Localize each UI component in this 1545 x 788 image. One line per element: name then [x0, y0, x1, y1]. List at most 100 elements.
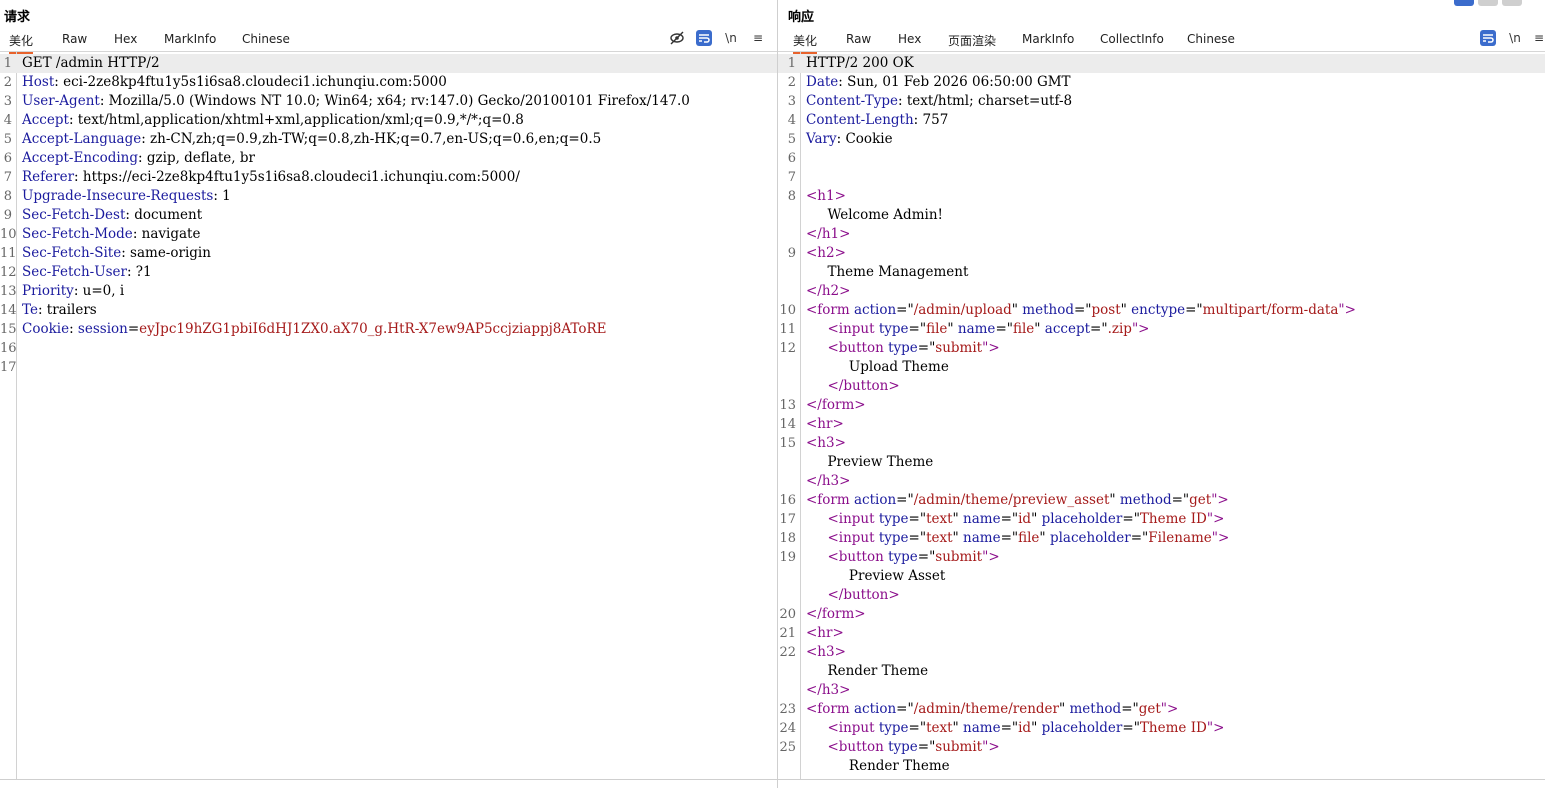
tab-raw[interactable]: Raw	[846, 32, 871, 49]
code-line[interactable]: 9 Sec-Fetch-Dest: document	[0, 206, 777, 225]
code-line[interactable]: 15 <h3>	[778, 434, 1545, 453]
code-line[interactable]: 14 Te: trailers	[0, 301, 777, 320]
hide-eye-icon[interactable]	[668, 30, 686, 46]
code-line[interactable]: 25 <button type="submit">	[778, 738, 1545, 757]
code-line[interactable]: 12 Sec-Fetch-User: ?1	[0, 263, 777, 282]
code-line[interactable]: 12 <button type="submit">	[778, 339, 1545, 358]
tab-collectinfo[interactable]: CollectInfo	[1100, 32, 1164, 49]
code-line[interactable]: Preview Asset	[778, 567, 1545, 586]
code-line[interactable]: </button>	[778, 377, 1545, 396]
code-line[interactable]: 7	[778, 168, 1545, 187]
layout-horizontal-icon[interactable]	[1478, 0, 1498, 6]
line-number: 7	[787, 170, 796, 185]
request-editor[interactable]: 1 GET /admin HTTP/2 2 Host: eci-2ze8kp4ftu1…	[0, 52, 777, 780]
code-line[interactable]: </h1>	[778, 225, 1545, 244]
code-token: </button>	[806, 587, 900, 603]
code-line[interactable]: 6	[778, 149, 1545, 168]
tab-chinese[interactable]: Chinese	[1187, 32, 1235, 49]
code-line[interactable]: Render Theme	[778, 757, 1545, 776]
code-line[interactable]: 17	[0, 358, 777, 377]
code-line[interactable]: 17 <input type="text" name="id" placehol…	[778, 510, 1545, 529]
layout-vertical-icon[interactable]	[1502, 0, 1522, 6]
menu-icon[interactable]: ≡	[749, 30, 767, 46]
code-line[interactable]: 5 Accept-Language: zh-CN,zh;q=0.9,zh-TW;q…	[0, 130, 777, 149]
code-token: name	[963, 530, 1001, 546]
tab-chinese[interactable]: Chinese	[242, 32, 290, 49]
code-token: ="	[896, 302, 914, 318]
code-line[interactable]: 2 Date: Sun, 01 Feb 2026 06:50:00 GMT	[778, 73, 1545, 92]
menu-icon[interactable]: ≡	[1530, 30, 1545, 46]
code-token: Sec-Fetch-Mode	[22, 226, 133, 242]
code-line[interactable]: 8 Upgrade-Insecure-Requests: 1	[0, 187, 777, 206]
code-line[interactable]: </h2>	[778, 282, 1545, 301]
code-line[interactable]: 4 Accept: text/html,application/xhtml+xml…	[0, 111, 777, 130]
newline-toggle-icon[interactable]: \n	[1506, 30, 1524, 46]
code-line[interactable]: 1 GET /admin HTTP/2	[0, 54, 777, 73]
code-text: <form action="/admin/theme/preview_asset…	[806, 491, 1229, 510]
code-line[interactable]: </h3>	[778, 472, 1545, 491]
code-token: ="	[1000, 720, 1019, 736]
line-number: 4	[3, 113, 12, 128]
code-line[interactable]: 20 </form>	[778, 605, 1545, 624]
code-line[interactable]: 11 Sec-Fetch-Site: same-origin	[0, 244, 777, 263]
code-token: file	[926, 321, 948, 337]
code-line[interactable]: 13 Priority: u=0, i	[0, 282, 777, 301]
code-line[interactable]: 8 <h1>	[778, 187, 1545, 206]
code-line[interactable]: 10 Sec-Fetch-Mode: navigate	[0, 225, 777, 244]
tab-hex[interactable]: Hex	[898, 32, 921, 49]
tab-markinfo[interactable]: MarkInfo	[1022, 32, 1074, 49]
layout-split-icon[interactable]	[1454, 0, 1474, 6]
code-line[interactable]: 6 Accept-Encoding: gzip, deflate, br	[0, 149, 777, 168]
code-line[interactable]: Render Theme	[778, 662, 1545, 681]
code-token: : same-origin	[121, 245, 211, 261]
code-line[interactable]: 1 HTTP/2 200 OK	[778, 54, 1545, 73]
line-number: 1	[3, 56, 12, 71]
code-token: <button	[806, 549, 889, 565]
code-token: ="	[1122, 511, 1140, 527]
code-line[interactable]: 14 <hr>	[778, 415, 1545, 434]
code-token: <button	[806, 340, 889, 356]
code-token: Content-Length	[806, 112, 914, 128]
code-line[interactable]: 18 <input type="text" name="file" placeh…	[778, 529, 1545, 548]
code-line[interactable]: Preview Theme	[778, 453, 1545, 472]
response-editor[interactable]: 1 HTTP/2 200 OK 2 Date: Sun, 01 Feb 2026 06…	[778, 52, 1545, 780]
code-token: Filename	[1148, 530, 1212, 546]
code-line[interactable]: 4 Content-Length: 757	[778, 111, 1545, 130]
code-line[interactable]: 2 Host: eci-2ze8kp4ftu1y5s1i6sa8.cloudeci…	[0, 73, 777, 92]
code-line[interactable]: </button>	[778, 586, 1545, 605]
tab-hex[interactable]: Hex	[114, 32, 137, 49]
code-text: GET /admin HTTP/2	[22, 54, 160, 73]
tab-raw[interactable]: Raw	[62, 32, 87, 49]
code-line[interactable]: 16 <form action="/admin/theme/preview_ass…	[778, 491, 1545, 510]
line-number: 3	[3, 94, 12, 109]
code-line[interactable]: Theme Management	[778, 263, 1545, 282]
code-token: <form	[806, 492, 854, 508]
code-line[interactable]: 11 <input type="file" name="file" accept…	[778, 320, 1545, 339]
code-line[interactable]: 3 User-Agent: Mozilla/5.0 (Windows NT 10.…	[0, 92, 777, 111]
code-line[interactable]: 19 <button type="submit">	[778, 548, 1545, 567]
code-line[interactable]: 13 </form>	[778, 396, 1545, 415]
code-line[interactable]: 16	[0, 339, 777, 358]
code-line[interactable]: Upload Theme	[778, 358, 1545, 377]
line-number: 11	[0, 246, 17, 261]
code-line[interactable]: Welcome Admin!	[778, 206, 1545, 225]
code-line[interactable]: </h3>	[778, 681, 1545, 700]
code-token: Date	[806, 74, 839, 90]
tab-render[interactable]: 页面渲染	[948, 32, 996, 52]
code-line[interactable]: 23 <form action="/admin/theme/render" met…	[778, 700, 1545, 719]
word-wrap-icon[interactable]	[1480, 30, 1496, 46]
code-line[interactable]: 22 <h3>	[778, 643, 1545, 662]
code-text: Sec-Fetch-Mode: navigate	[22, 225, 200, 244]
code-line[interactable]: 9 <h2>	[778, 244, 1545, 263]
line-number: 14	[0, 303, 17, 318]
code-line[interactable]: 15 Cookie: session=eyJpc19hZG1pbiI6dHJ1ZX…	[0, 320, 777, 339]
word-wrap-icon[interactable]	[696, 30, 712, 46]
code-line[interactable]: 7 Referer: https://eci-2ze8kp4ftu1y5s1i6s…	[0, 168, 777, 187]
code-line[interactable]: 21 <hr>	[778, 624, 1545, 643]
code-line[interactable]: 10 <form action="/admin/upload" method="p…	[778, 301, 1545, 320]
code-line[interactable]: 24 <input type="text" name="id" placehol…	[778, 719, 1545, 738]
code-line[interactable]: 3 Content-Type: text/html; charset=utf-8	[778, 92, 1545, 111]
newline-toggle-icon[interactable]: \n	[722, 30, 740, 46]
tab-markinfo[interactable]: MarkInfo	[164, 32, 216, 49]
code-line[interactable]: 5 Vary: Cookie	[778, 130, 1545, 149]
